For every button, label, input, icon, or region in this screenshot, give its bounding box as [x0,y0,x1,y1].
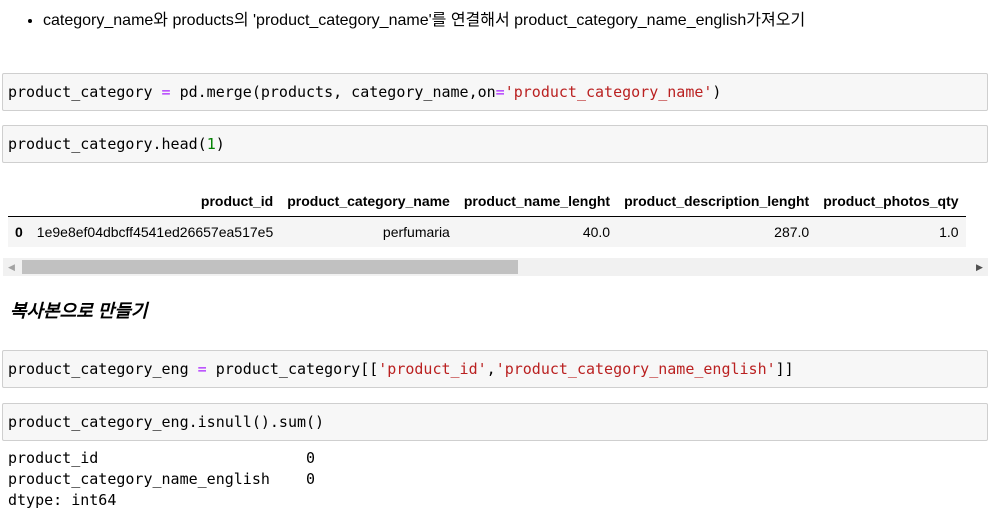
row-index: 0 [15,224,23,240]
code-cell-merge[interactable]: product_category = pd.merge(products, ca… [2,73,988,111]
markdown-cell-bullet: category_name와 products의 'product_catego… [0,8,995,34]
cell-output-text: product_id 0 product_category_name_englis… [8,448,315,511]
code-operator: = [197,360,207,378]
code-operator: = [161,83,171,101]
code-paren: ) [712,83,722,101]
table-cell: 287.0 [774,224,810,240]
dataframe-output: product_id product_category_name product… [8,186,988,247]
bullet-item: category_name와 products의 'product_catego… [43,8,995,34]
output-line: product_id 0 [8,449,316,467]
code-call: product_category_eng.isnull().sum() [8,413,325,431]
table-row: 0 1e9e8ef04dbcff4541ed26657ea517e5 perfu… [8,216,966,247]
code-call: pd.merge(products, category_name,on [179,83,496,101]
code-var: product_category [8,83,153,101]
code-number: 1 [206,135,216,153]
column-header: product_category_name [280,186,457,217]
output-line: product_category_name_english 0 [8,470,316,488]
table-cell: 40.0 [582,224,611,240]
scrollbar-thumb[interactable] [22,260,518,274]
scroll-right-arrow-icon[interactable]: ▶ [971,258,988,276]
code-cell-eng[interactable]: product_category_eng = product_category[… [2,350,988,388]
code-cell-head[interactable]: product_category.head(1) [2,125,988,163]
code-string: 'product_id' [378,360,487,378]
code-var: product_category_eng [8,360,189,378]
header-row: product_id product_category_name product… [8,186,966,217]
column-header: product_description_lenght [617,186,817,217]
column-header: product_name_lenght [456,186,618,217]
code-operator: = [495,83,505,101]
table-cell: 1e9e8ef04dbcff4541ed26657ea517e5 [36,224,274,240]
code-comma: , [486,360,496,378]
bullet-list: category_name와 products의 'product_catego… [0,8,995,34]
index-header [8,186,30,217]
table-cell: perfumaria [382,224,450,240]
code-call: product_category.head( [8,135,207,153]
column-header: product_photos_qty [816,186,966,217]
code-string: 'product_category_name' [504,83,713,101]
horizontal-scrollbar[interactable]: ◀ ▶ [3,258,988,276]
code-bracket: ]] [775,360,794,378]
column-header: product_id [29,186,281,217]
code-string: 'product_category_name_english' [495,360,776,378]
code-cell-isnull[interactable]: product_category_eng.isnull().sum() [2,403,988,441]
output-line: dtype: int64 [8,491,117,509]
scroll-left-arrow-icon[interactable]: ◀ [3,258,20,276]
dataframe-table: product_id product_category_name product… [8,186,966,247]
code-call: product_category[[ [215,360,379,378]
table-cell: 1.0 [939,224,959,240]
code-paren: ) [215,135,225,153]
notebook-page: category_name와 products의 'product_catego… [0,0,995,526]
markdown-heading: 복사본으로 만들기 [10,301,148,321]
